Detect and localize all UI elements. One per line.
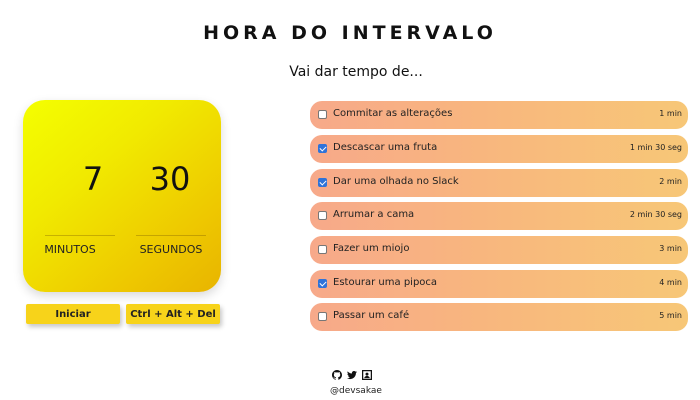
timer-card: 7 30 MINUTOS SEGUNDOS [23,100,221,292]
start-button[interactable]: Iniciar [26,304,120,324]
task-name: Dar uma olhada no Slack [333,176,459,187]
minutes-label: MINUTOS [44,243,96,256]
task-duration: 1 min 30 seg [629,143,682,152]
task-item[interactable]: Estourar uma pipoca 4 min [310,270,688,298]
task-duration: 2 min [659,177,682,186]
task-checkbox[interactable] [318,312,327,321]
task-item[interactable]: Passar um café 5 min [310,303,688,331]
task-duration: 2 min 30 seg [629,210,682,219]
github-icon[interactable] [332,370,342,380]
minutes-value: 7 [82,160,104,198]
task-name: Arrumar a cama [333,209,415,220]
task-duration: 1 min [659,109,682,118]
profile-card-icon[interactable] [362,370,372,380]
task-item[interactable]: Arrumar a cama 2 min 30 seg [310,202,688,230]
author-handle[interactable]: @devsakae [0,386,700,396]
twitter-icon[interactable] [347,370,357,380]
page-title: HORA DO INTERVALO [203,22,497,44]
task-name: Descascar uma fruta [333,142,438,153]
task-checkbox[interactable] [318,279,327,288]
task-duration: 3 min [659,244,682,253]
task-name: Fazer um miojo [333,243,410,254]
task-checkbox[interactable] [318,178,327,187]
social-links [332,370,376,380]
minutes-divider [45,235,115,236]
task-duration: 4 min [659,278,682,287]
task-duration: 5 min [659,311,682,320]
page-subtitle: Vai dar tempo de... [289,64,423,80]
task-item[interactable]: Descascar uma fruta 1 min 30 seg [310,135,688,163]
task-item[interactable]: Commitar as alterações 1 min [310,101,688,129]
task-name: Passar um café [333,310,410,321]
task-item[interactable]: Fazer um miojo 3 min [310,236,688,264]
seconds-value: 30 [149,160,191,198]
task-checkbox[interactable] [318,110,327,119]
seconds-label: SEGUNDOS [139,243,203,256]
task-name: Commitar as alterações [333,108,453,119]
task-item[interactable]: Dar uma olhada no Slack 2 min [310,169,688,197]
task-checkbox[interactable] [318,144,327,153]
reset-button[interactable]: Ctrl + Alt + Del [126,304,220,324]
task-checkbox[interactable] [318,245,327,254]
seconds-divider [136,235,206,236]
task-name: Estourar uma pipoca [333,277,438,288]
task-checkbox[interactable] [318,211,327,220]
